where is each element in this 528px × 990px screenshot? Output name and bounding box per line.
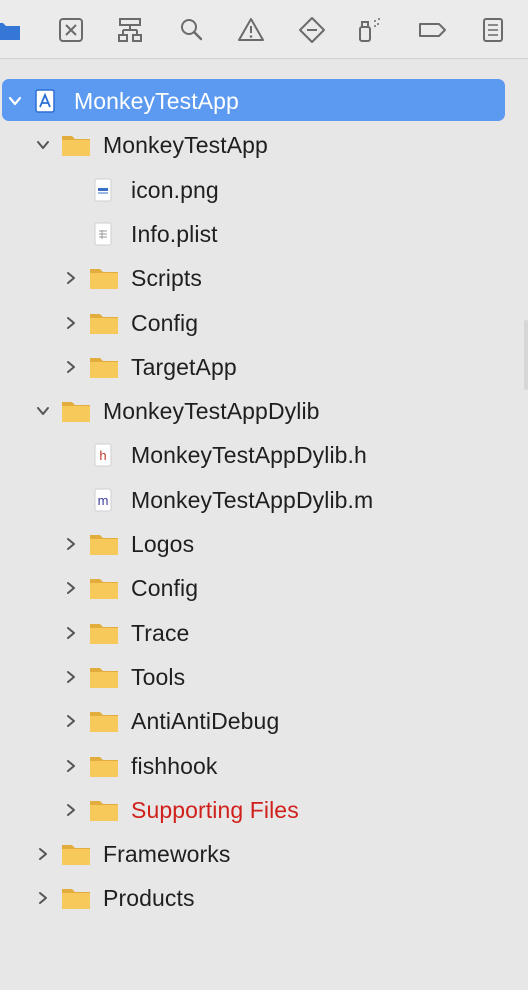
folder-icon xyxy=(89,355,119,379)
tree-item-label: Logos xyxy=(131,531,195,557)
tree-item-logos[interactable]: Logos xyxy=(0,522,528,566)
scrollbar[interactable] xyxy=(524,320,528,390)
image-file-icon xyxy=(92,177,114,203)
tree-item-label: fishhook xyxy=(131,752,218,779)
tree-item-label: Tools xyxy=(131,663,186,690)
svg-text:h: h xyxy=(99,448,106,463)
chevron-right-icon[interactable] xyxy=(64,271,78,285)
chevron-right-icon[interactable] xyxy=(64,537,78,551)
tree-item-info-plist[interactable]: Info.plist xyxy=(0,212,528,256)
chevron-right-icon[interactable] xyxy=(64,316,78,330)
chevron-right-icon[interactable] xyxy=(36,891,50,905)
tree-item-frameworks[interactable]: Frameworks xyxy=(0,832,528,876)
folder-icon[interactable] xyxy=(0,15,24,45)
tree-item-label: MonkeyTestAppDylib xyxy=(103,398,320,425)
tree-item-label: Scripts xyxy=(131,265,202,292)
tree-item-monkeytestapp[interactable]: MonkeyTestApp xyxy=(2,79,505,121)
tree-item-trace[interactable]: Trace xyxy=(0,611,528,655)
tree-item-monkeytestappdylib-h[interactable]: h MonkeyTestAppDylib.h xyxy=(0,433,528,477)
tree-item-label: MonkeyTestApp xyxy=(103,132,268,159)
folder-icon xyxy=(89,709,119,733)
folder-icon xyxy=(89,665,119,689)
tree-item-label: AntiAntiDebug xyxy=(131,708,280,735)
xcode-project-icon xyxy=(34,88,56,114)
chevron-right-icon[interactable] xyxy=(64,803,78,817)
plist-file-icon xyxy=(92,221,114,247)
hierarchy-icon[interactable] xyxy=(115,15,145,45)
debug-spray-icon[interactable] xyxy=(355,15,385,45)
project-navigator: MonkeyTestApp MonkeyTestApp icon.png Info.p… xyxy=(0,59,528,990)
tree-item-supporting-files[interactable]: Supporting Files xyxy=(0,788,528,832)
tree-item-label: Supporting Files xyxy=(131,796,299,823)
folder-icon xyxy=(61,842,91,866)
folder-icon xyxy=(89,266,119,290)
folder-icon xyxy=(61,886,91,910)
tree-item-config[interactable]: Config xyxy=(0,301,528,345)
tree-item-label: Products xyxy=(103,885,195,912)
tree-item-targetapp[interactable]: TargetApp xyxy=(0,345,528,389)
tree-item-monkeytestappdylib[interactable]: MonkeyTestAppDylib xyxy=(0,389,528,433)
tree-item-monkeytestappdylib-m[interactable]: m MonkeyTestAppDylib.m xyxy=(0,478,528,522)
test-diamond-icon[interactable] xyxy=(297,15,327,45)
tree-item-label: Trace xyxy=(131,619,190,646)
chevron-right-icon[interactable] xyxy=(64,360,78,374)
tree-item-products[interactable]: Products xyxy=(0,876,528,920)
report-icon[interactable] xyxy=(478,15,508,45)
tree-item-antiantidebug[interactable]: AntiAntiDebug xyxy=(0,699,528,743)
header-file-icon: h xyxy=(92,442,114,468)
tree-item-label: TargetApp xyxy=(131,353,237,380)
chevron-right-icon[interactable] xyxy=(64,714,78,728)
folder-icon xyxy=(89,621,119,645)
navigator-toolbar xyxy=(0,0,528,59)
tree-item-label: Info.plist xyxy=(131,220,218,247)
svg-text:m: m xyxy=(98,493,109,508)
chevron-right-icon[interactable] xyxy=(64,670,78,684)
chevron-right-icon[interactable] xyxy=(64,626,78,640)
chevron-down-icon[interactable] xyxy=(36,138,50,152)
folder-icon xyxy=(89,754,119,778)
tree-item-label: Config xyxy=(131,575,199,602)
breakpoint-icon[interactable] xyxy=(417,15,447,45)
folder-icon xyxy=(61,399,91,423)
tree-item-label: MonkeyTestAppDylib.m xyxy=(131,486,374,513)
chevron-down-icon[interactable] xyxy=(36,404,50,418)
tree-item-fishhook[interactable]: fishhook xyxy=(0,744,528,788)
tree-item-label: MonkeyTestApp xyxy=(74,88,239,114)
objc-file-icon: m xyxy=(92,487,114,513)
chevron-right-icon[interactable] xyxy=(64,759,78,773)
tree-item-label: icon.png xyxy=(131,176,219,203)
folder-icon xyxy=(89,311,119,335)
search-icon[interactable] xyxy=(176,15,206,45)
tree-item-label: Config xyxy=(131,309,199,336)
tree-item-label: MonkeyTestAppDylib.h xyxy=(131,442,367,469)
chevron-right-icon[interactable] xyxy=(64,581,78,595)
chevron-right-icon[interactable] xyxy=(36,847,50,861)
chevron-down-icon[interactable] xyxy=(8,94,22,108)
folder-icon xyxy=(89,798,119,822)
folder-icon xyxy=(89,576,119,600)
folder-icon xyxy=(89,532,119,556)
tree-item-label: Frameworks xyxy=(103,841,231,868)
tree-item-scripts[interactable]: Scripts xyxy=(0,256,528,300)
warning-icon[interactable] xyxy=(236,15,266,45)
tree-item-monkeytestapp[interactable]: MonkeyTestApp xyxy=(0,123,528,167)
tree-item-icon-png[interactable]: icon.png xyxy=(0,168,528,212)
source-control-icon[interactable] xyxy=(56,15,86,45)
folder-icon xyxy=(61,133,91,157)
tree-item-tools[interactable]: Tools xyxy=(0,655,528,699)
tree-item-config[interactable]: Config xyxy=(0,566,528,610)
